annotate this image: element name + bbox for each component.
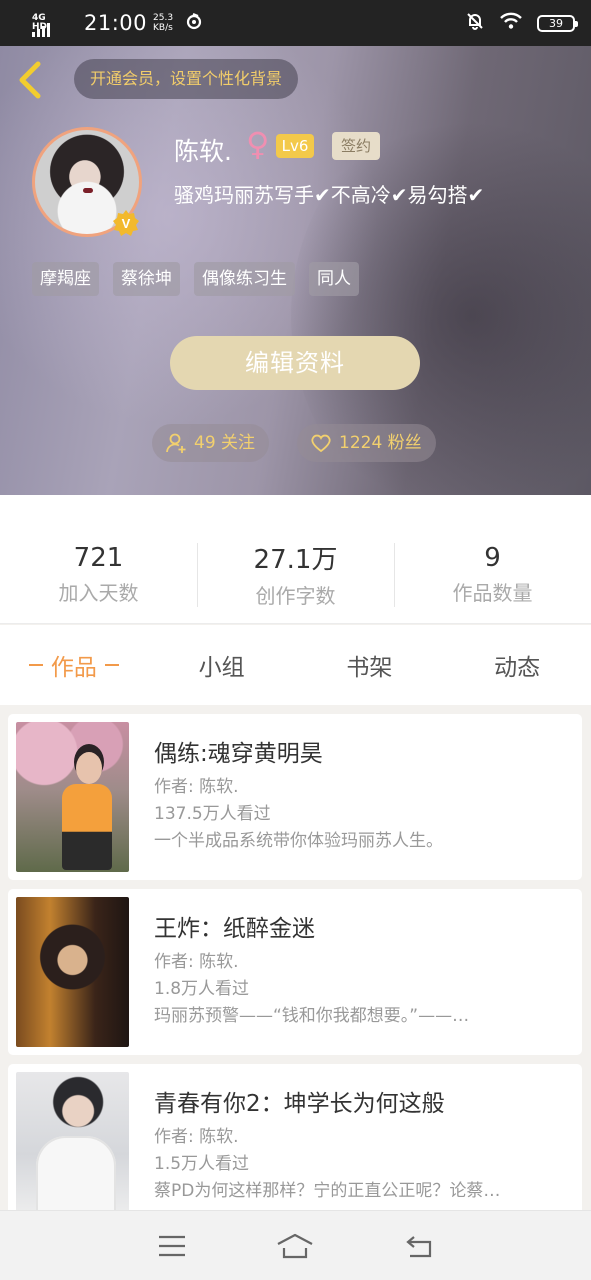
stat-label: 加入天数 [58,580,139,605]
tab-label: 动态 [494,655,541,681]
followers-button[interactable]: 1224 粉丝 [297,424,436,462]
profile-header: 开通会员，设置个性化背景 V 陈软. ♀ Lv6 签约 骚鸡玛丽苏写手✔不高冷✔… [0,46,591,495]
following-count: 49 关注 [194,433,256,453]
female-icon: ♀ [246,125,270,163]
system-nav-bar [0,1210,591,1280]
home-button[interactable] [275,1228,315,1264]
work-card[interactable]: 偶练:魂穿黄明昊 作者: 陈软. 137.5万人看过 一个半成品系统带你体验玛丽… [8,714,582,880]
tab-activity[interactable]: 动态 [443,625,591,705]
tag[interactable]: 同人 [309,262,359,296]
following-button[interactable]: 49 关注 [152,424,270,462]
work-card[interactable]: 青春有你2：坤学长为何这般 作者: 陈软. 1.5万人看过 蔡PD为何这样那样？… [8,1064,582,1230]
work-card[interactable]: 王炸：纸醉金迷 作者: 陈软. 1.8万人看过 玛丽苏预警——“钱和你我都想要。… [8,889,582,1055]
menu-icon [158,1235,185,1256]
return-icon [406,1235,432,1257]
tab-works[interactable]: 作品 [0,625,148,705]
speed-value: 25.3 [153,13,174,23]
stat-works: 9 作品数量 [394,495,591,623]
stat-label: 创作字数 [255,584,336,608]
followers-count: 1224 粉丝 [339,433,422,453]
work-author: 作者: 陈软. [154,777,239,797]
content-tabs: 作品 小组 书架 动态 [0,625,591,705]
work-description: 一个半成品系统带你体验玛丽苏人生。 [154,831,443,851]
signed-badge: 签约 [332,132,380,160]
work-author: 作者: 陈软. [154,952,239,972]
works-list: 偶练:魂穿黄明昊 作者: 陈软. 137.5万人看过 一个半成品系统带你体验玛丽… [8,714,582,1239]
svg-text:V: V [122,216,131,231]
edit-profile-button[interactable]: 编辑资料 [170,336,420,390]
work-title: 王炸：纸醉金迷 [154,916,315,942]
back-button[interactable] [14,60,48,100]
work-title: 青春有你2：坤学长为何这般 [154,1091,445,1117]
stat-value: 9 [484,542,501,573]
tab-label: 书架 [346,655,393,681]
work-cover-image [16,1072,129,1222]
tab-groups[interactable]: 小组 [148,625,296,705]
work-cover-image [16,897,129,1047]
status-bar: 4G HD 21:00 25.3 KB/s 39 [0,0,591,46]
tag[interactable]: 偶像练习生 [194,262,295,296]
home-icon [277,1233,313,1258]
tab-bookshelf[interactable]: 书架 [296,625,444,705]
tag[interactable]: 摩羯座 [32,262,99,296]
user-bio: 骚鸡玛丽苏写手✔不高冷✔易勾搭✔ [174,183,485,207]
battery-icon: 39 [537,14,578,32]
network-speed: 25.3 KB/s [153,13,173,33]
interest-tags: 摩羯座 蔡徐坤 偶像练习生 同人 [32,262,359,296]
user-add-icon [166,433,186,453]
user-name: 陈软. [174,137,232,166]
stat-days: 721 加入天数 [0,495,197,623]
mute-bell-icon [465,11,485,35]
work-views: 137.5万人看过 [154,804,271,824]
signal-icon [32,23,50,37]
work-description: 蔡PD为何这样那样？宁的正直公正呢？论蔡… [154,1181,501,1201]
menu-button[interactable] [152,1228,192,1264]
work-description: 玛丽苏预警——“钱和你我都想要。”——… [154,1006,470,1026]
work-title: 偶练:魂穿黄明昊 [154,741,323,767]
stat-value: 27.1万 [253,545,338,575]
tag[interactable]: 蔡徐坤 [113,262,180,296]
work-author: 作者: 陈软. [154,1127,239,1147]
verified-badge-icon: V [112,209,140,237]
chevron-left-icon [19,61,41,99]
level-badge: Lv6 [276,134,314,158]
work-views: 1.5万人看过 [154,1154,250,1174]
work-views: 1.8万人看过 [154,979,250,999]
back-nav-button[interactable] [399,1228,439,1264]
stat-label: 作品数量 [452,580,533,605]
tab-label: 小组 [198,655,245,681]
heart-icon [311,434,331,453]
stat-words: 27.1万 创作字数 [197,495,394,623]
clock: 21:00 [84,11,148,35]
vip-background-banner[interactable]: 开通会员，设置个性化背景 [74,59,299,99]
stats-row: 721 加入天数 27.1万 创作字数 9 作品数量 [0,495,591,624]
speed-unit: KB/s [153,23,173,33]
work-cover-image [16,722,129,872]
wifi-icon [499,12,523,34]
profile-page: 4G HD 21:00 25.3 KB/s 39 开通会员，设置个性化背景 V … [0,0,591,1280]
sync-icon [185,12,203,35]
tab-label: 作品 [50,655,97,681]
stat-value: 721 [73,542,124,573]
